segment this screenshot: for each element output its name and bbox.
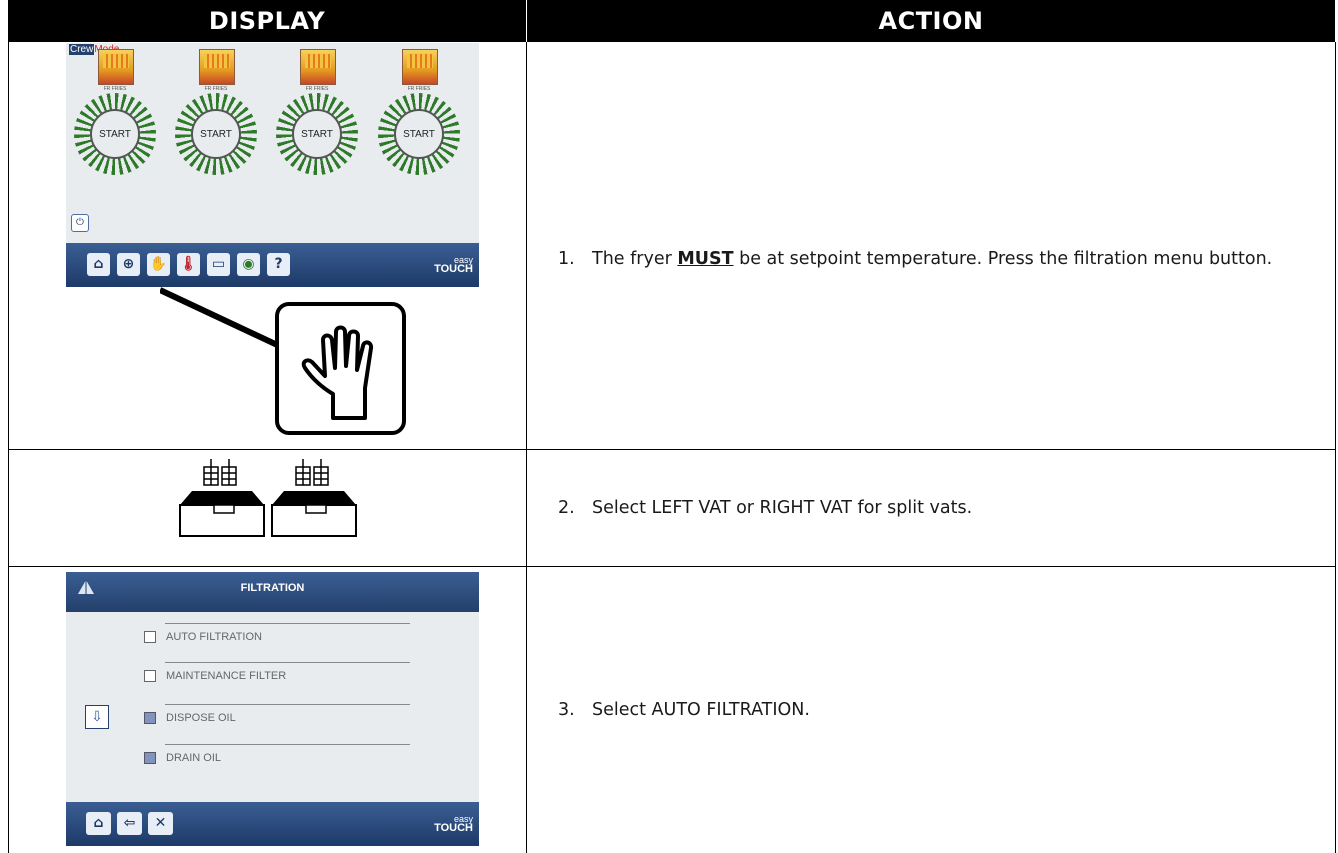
product-slot: FR FRIES START [276, 49, 358, 219]
fries-icon [98, 49, 134, 85]
divider [165, 704, 410, 705]
fries-icon [199, 49, 235, 85]
fries-icon [402, 49, 438, 85]
start-button-label: START [200, 128, 232, 140]
checkbox[interactable] [144, 752, 156, 764]
hand-icon [301, 325, 374, 420]
screen-title: FILTRATION [240, 582, 305, 594]
product-label: FR FRIES [305, 86, 329, 92]
easy-touch-logo: easy TOUCH [434, 255, 473, 275]
start-button-label: START [403, 128, 435, 140]
globe-icon[interactable]: ⊕ [117, 253, 140, 276]
divider [165, 744, 410, 745]
power-icon[interactable]: ⏻ [71, 214, 89, 232]
product-slot: FR FRIES START [175, 49, 257, 219]
checkbox[interactable] [144, 631, 156, 643]
table-border-left [8, 42, 9, 853]
bottom-toolbar: ⌂ ⇦ ✕ easy TOUCH [66, 802, 479, 846]
step-number: 2. [558, 498, 575, 518]
home-icon[interactable]: ⌂ [86, 812, 111, 835]
column-divider [526, 42, 527, 853]
back-arrow-icon[interactable]: ⇦ [117, 812, 142, 835]
start-dial[interactable]: START [175, 93, 257, 175]
title-bar: FILTRATION [66, 572, 479, 612]
checkbox[interactable] [144, 712, 156, 724]
step-text: The fryer MUST be at setpoint temperatur… [592, 249, 1273, 269]
left-vat-icon [179, 459, 265, 537]
divider [165, 662, 410, 663]
checkbox[interactable] [144, 670, 156, 682]
divider [165, 623, 410, 624]
instruction-table: DISPLAY ACTION CrewMode FR FRIES START F… [0, 0, 1338, 853]
split-vat-icons [179, 459, 357, 537]
scroll-down-arrow-icon[interactable]: ⇩ [85, 705, 109, 729]
start-dial[interactable]: START [276, 93, 358, 175]
step-number: 1. [558, 249, 575, 269]
right-vat-icon [271, 459, 357, 537]
product-slot: FR FRIES START [74, 49, 156, 219]
table-border-right [1335, 42, 1336, 853]
step-text: Select LEFT VAT or RIGHT VAT for split v… [592, 498, 973, 518]
row-divider-1 [8, 449, 1336, 450]
row-divider-2 [8, 566, 1336, 567]
start-button-label: START [301, 128, 333, 140]
action-column-header: ACTION [527, 0, 1335, 42]
filtration-menu-screen: FILTRATION AUTO FILTRATION MAINTENANCE F… [66, 572, 479, 846]
tools-icon[interactable]: ✕ [148, 812, 173, 835]
start-dial[interactable]: START [74, 93, 156, 175]
product-label: FR FRIES [103, 86, 127, 92]
product-label: FR FRIES [407, 86, 431, 92]
product-slot: FR FRIES START [378, 49, 460, 219]
filter-menu-button[interactable] [275, 302, 406, 435]
easy-touch-logo: easy TOUCH [434, 814, 473, 834]
product-label: FR FRIES [204, 86, 228, 92]
start-button-label: START [99, 128, 131, 140]
step-text: Select AUTO FILTRATION. [592, 700, 810, 720]
home-icon[interactable]: ⌂ [87, 253, 110, 276]
crew-mode-screen: CrewMode FR FRIES START FR FRIES START F… [66, 43, 479, 287]
display-column-header: DISPLAY [8, 0, 526, 42]
start-dial[interactable]: START [378, 93, 460, 175]
fries-icon [300, 49, 336, 85]
step-number: 3. [558, 700, 575, 720]
